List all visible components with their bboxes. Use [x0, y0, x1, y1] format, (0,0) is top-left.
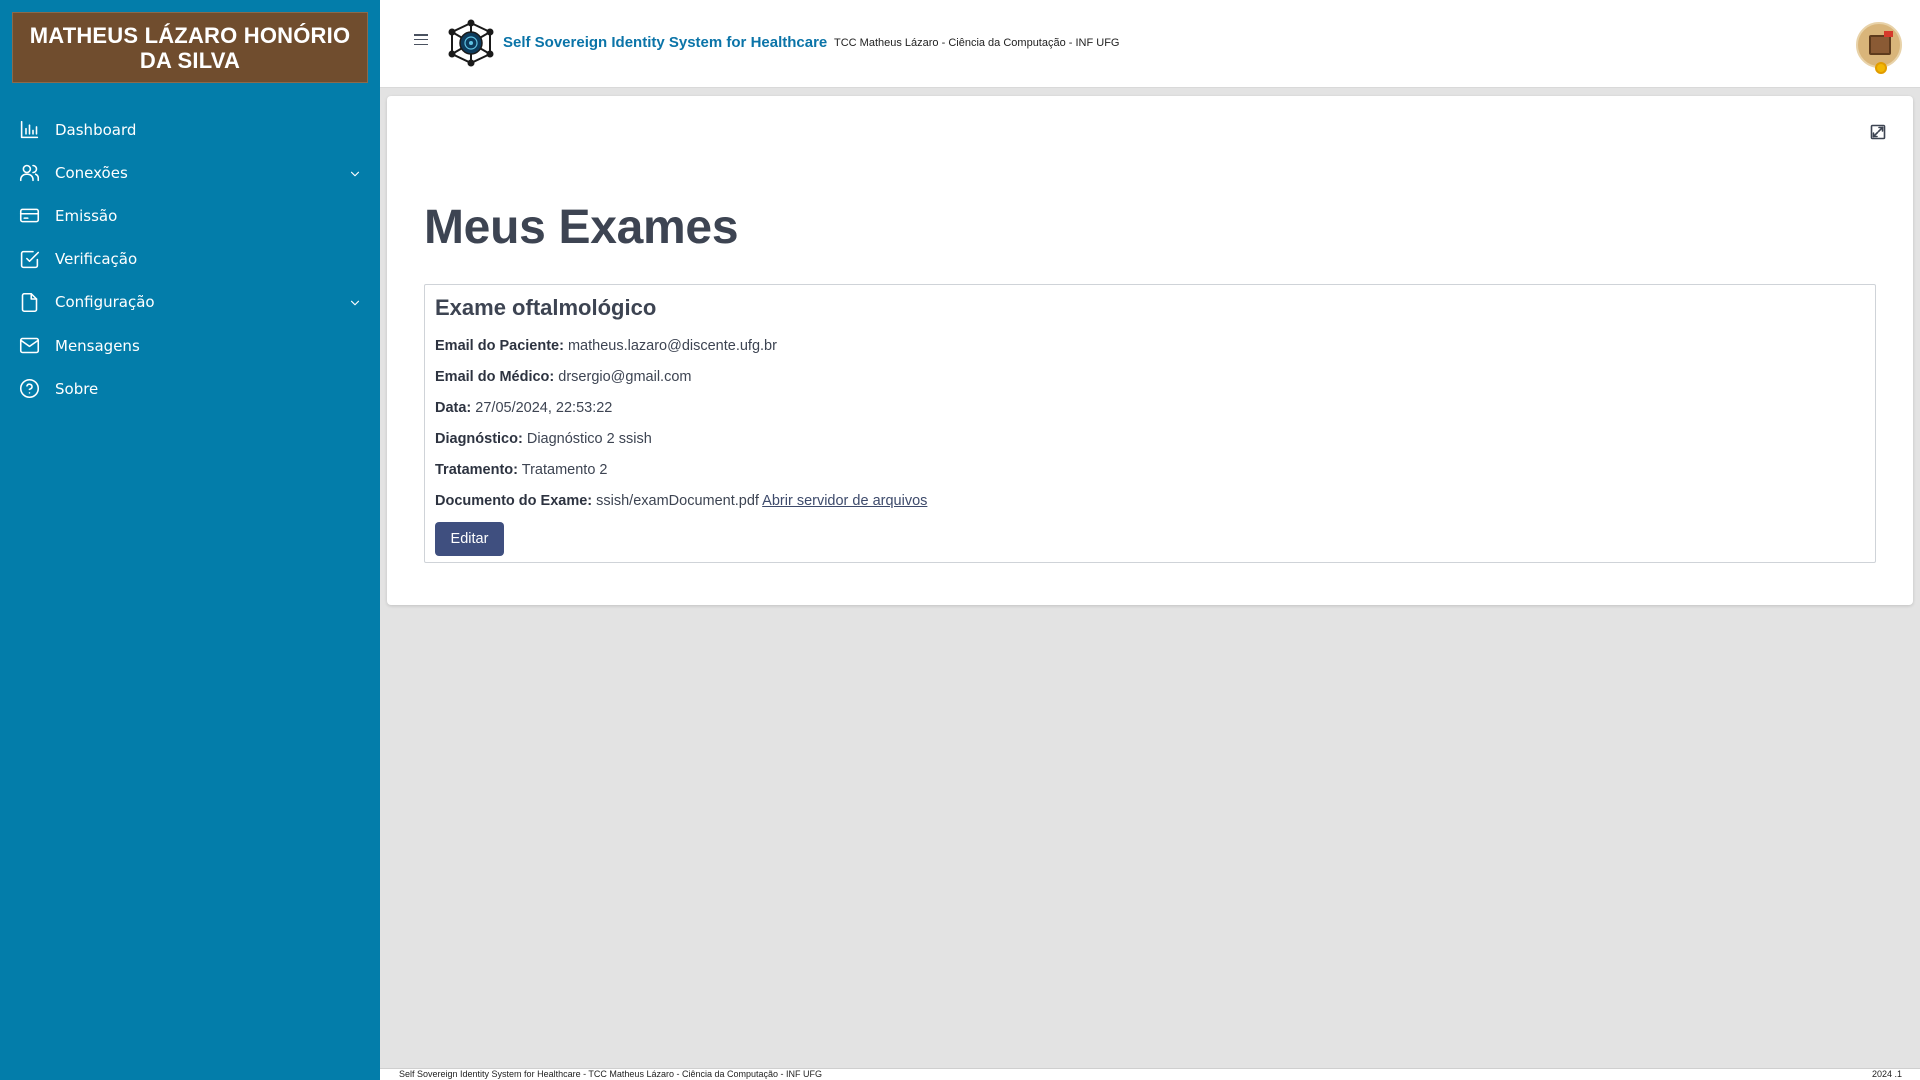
- sidebar-item-emissao[interactable]: Emissão: [0, 194, 380, 237]
- date-label: Data:: [435, 400, 472, 416]
- sidebar-item-label: Conexões: [55, 163, 128, 182]
- badge-icon: [1875, 62, 1887, 74]
- sidebar-item-conexoes[interactable]: Conexões: [0, 151, 380, 194]
- patient-email-row: Email do Paciente: matheus.lazaro@discen…: [435, 338, 777, 354]
- treatment-row: Tratamento: Tratamento 2: [435, 462, 607, 478]
- top-header: Self Sovereign Identity System for Healt…: [380, 0, 1920, 88]
- sidebar-item-dashboard[interactable]: Dashboard: [0, 108, 380, 151]
- main-card: Meus Exames Exame oftalmológico Email do…: [387, 96, 1913, 605]
- help-circle-icon: [18, 378, 40, 400]
- footer-version: 2024 .1: [1871, 1069, 1902, 1079]
- sidebar-item-label: Dashboard: [55, 120, 137, 139]
- exam-title: Exame oftalmológico: [435, 295, 657, 320]
- wallet-icon: [1869, 35, 1891, 55]
- app-title: Self Sovereign Identity System for Healt…: [503, 34, 828, 51]
- date-value: 27/05/2024, 22:53:22: [475, 400, 613, 416]
- diagnosis-label: Diagnóstico:: [435, 431, 523, 447]
- sidebar-item-configuracao[interactable]: Configuração: [0, 281, 380, 324]
- expand-icon[interactable]: [1870, 124, 1886, 140]
- exam-card: Exame oftalmológico Email do Paciente: m…: [424, 284, 1876, 563]
- date-row: Data: 27/05/2024, 22:53:22: [435, 400, 612, 416]
- open-file-server-link[interactable]: Abrir servidor de arquivos: [762, 493, 927, 509]
- doctor-email-value: drsergio@gmail.com: [558, 369, 692, 385]
- sidebar-item-label: Mensagens: [55, 336, 140, 355]
- chevron-down-icon[interactable]: [348, 166, 362, 180]
- sidebar-item-label: Sobre: [55, 379, 99, 398]
- doctor-email-row: Email do Médico: drsergio@gmail.com: [435, 369, 691, 385]
- sidebar-item-mensagens[interactable]: Mensagens: [0, 324, 380, 367]
- sidebar-nav: Dashboard Conexões Emissão Verificação C…: [0, 108, 380, 410]
- user-name: MATHEUS LÁZARO HONÓRIO DA SILVA: [29, 22, 351, 73]
- users-icon: [18, 162, 40, 184]
- patient-email-label: Email do Paciente:: [435, 338, 564, 354]
- mail-icon: [18, 335, 40, 357]
- doctor-email-label: Email do Médico:: [435, 369, 555, 385]
- file-icon: [18, 291, 40, 313]
- credit-card-icon: [18, 205, 40, 227]
- sidebar-item-label: Configuração: [55, 293, 155, 312]
- patient-email-value: matheus.lazaro@discente.ufg.br: [567, 338, 777, 354]
- document-value: ssish/examDocument.pdf: [596, 493, 759, 509]
- sidebar: MATHEUS LÁZARO HONÓRIO DA SILVA Dashboar…: [0, 0, 380, 1080]
- flag-icon: [1884, 31, 1893, 37]
- user-avatar[interactable]: [1856, 22, 1902, 74]
- footer-text: Self Sovereign Identity System for Healt…: [399, 1069, 823, 1079]
- diagnosis-value: Diagnóstico 2 ssish: [526, 431, 652, 447]
- hamburger-menu-icon[interactable]: [414, 34, 428, 46]
- check-square-icon: [18, 248, 40, 270]
- chevron-down-icon[interactable]: [348, 295, 362, 309]
- edit-button[interactable]: Editar: [435, 522, 504, 556]
- document-label: Documento do Exame:: [435, 493, 593, 509]
- sidebar-item-label: Verificação: [55, 250, 138, 269]
- sidebar-item-label: Emissão: [55, 206, 118, 225]
- user-name-box: MATHEUS LÁZARO HONÓRIO DA SILVA: [12, 12, 368, 83]
- treatment-label: Tratamento:: [435, 462, 518, 478]
- document-row: Documento do Exame: ssish/examDocument.p…: [435, 493, 927, 509]
- footer: Self Sovereign Identity System for Healt…: [380, 1068, 1920, 1080]
- sidebar-item-sobre[interactable]: Sobre: [0, 367, 380, 410]
- diagnosis-row: Diagnóstico: Diagnóstico 2 ssish: [435, 431, 652, 447]
- page-title: Meus Exames: [424, 201, 739, 254]
- treatment-value: Tratamento 2: [521, 462, 608, 478]
- app-logo-icon: [446, 18, 496, 68]
- app-subtitle: TCC Matheus Lázaro - Ciência da Computaç…: [834, 37, 1120, 49]
- sidebar-item-verificacao[interactable]: Verificação: [0, 238, 380, 281]
- bar-chart-icon: [18, 119, 40, 141]
